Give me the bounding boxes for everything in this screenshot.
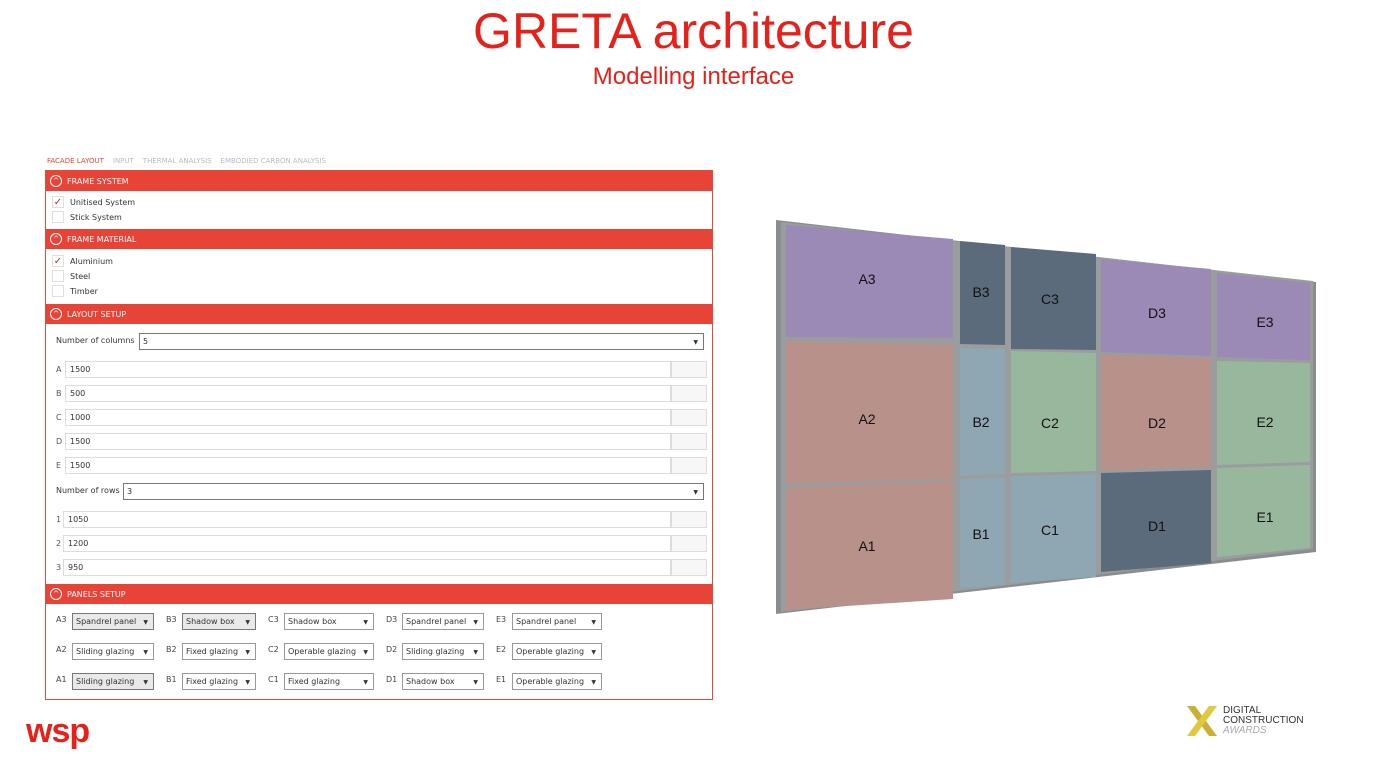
facade-label-d1: D1 (1148, 518, 1166, 534)
facade-label-e1: E1 (1256, 509, 1273, 525)
facade-label-e3: E3 (1256, 314, 1273, 330)
digital-construction-awards-logo: DIGITAL CONSTRUCTION AWARDS (1185, 704, 1304, 738)
facade-panel-b2[interactable] (960, 348, 1005, 476)
facade-label-c3: C3 (1041, 291, 1059, 307)
facade-label-a1: A1 (858, 538, 875, 554)
facade-label-a3: A3 (858, 271, 875, 287)
wsp-logo: wsp (26, 714, 90, 750)
wsp-logo-text: wsp (26, 714, 89, 750)
facade-panel-e2[interactable] (1217, 361, 1310, 465)
awards-line-3: AWARDS (1223, 725, 1267, 736)
facade-panel-c2[interactable] (1011, 351, 1096, 473)
facade-label-b3: B3 (972, 284, 989, 300)
facade-panel-d2[interactable] (1101, 355, 1211, 470)
facade-label-a2: A2 (858, 411, 875, 427)
facade-label-b1: B1 (972, 526, 989, 542)
awards-x-icon (1187, 706, 1217, 736)
facade-label-b2: B2 (972, 414, 989, 430)
facade-label-e2: E2 (1256, 414, 1273, 430)
facade-label-d2: D2 (1148, 415, 1166, 431)
facade-preview: A3 B3 C3 D3 E3 A2 B2 C2 D2 E2 A1 B1 C1 D… (776, 220, 1316, 614)
facade-label-c1: C1 (1041, 522, 1059, 538)
facade-label-c2: C2 (1041, 415, 1059, 431)
facade-label-d3: D3 (1148, 305, 1166, 321)
